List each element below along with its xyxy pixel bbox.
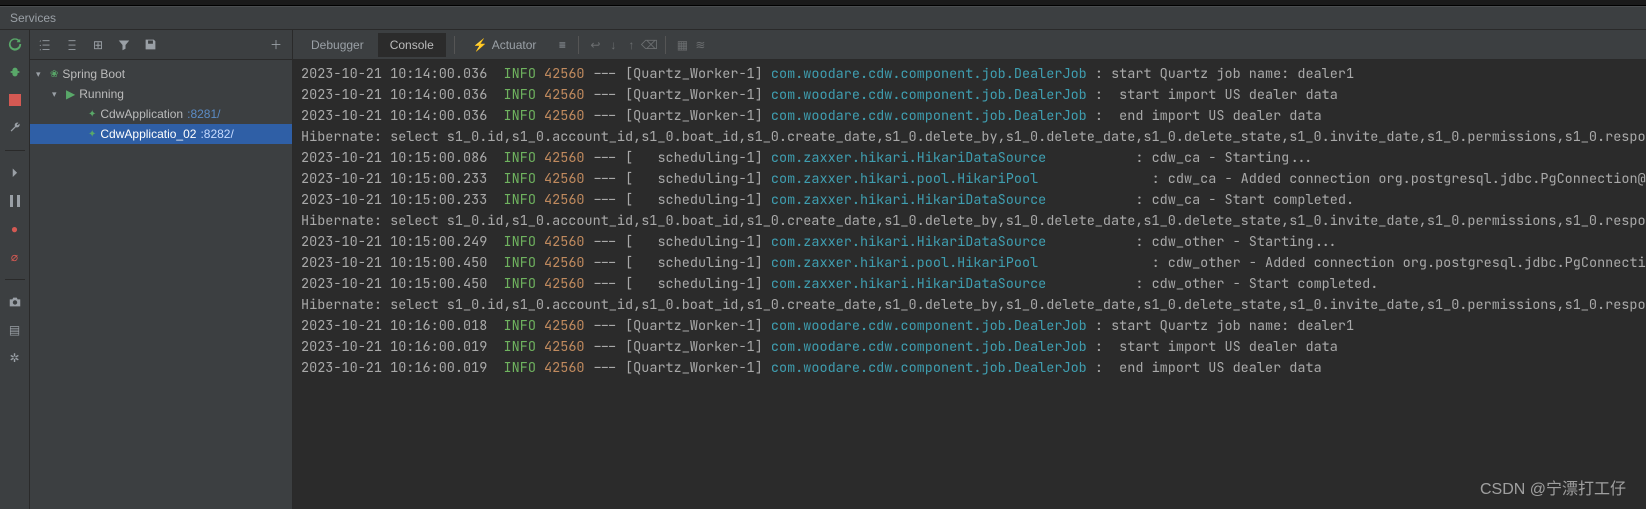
tree-app2[interactable]: ✦ CdwApplicatio_02 :8282/ [30,124,292,144]
camera-icon[interactable] [7,294,23,310]
spring-icon: ❀ [50,69,58,80]
save-icon[interactable] [142,37,158,53]
app1-port: :8281/ [187,107,220,121]
bug-icon[interactable] [7,64,23,80]
console-panel: Debugger Console ⚡ Actuator ≡ ↩ ↓ ↑ ⌫ ▦ … [293,30,1646,509]
app2-port: :8282/ [200,127,233,141]
stop-icon[interactable] [7,92,23,108]
clear-icon[interactable]: ⌫ [641,37,657,53]
services-tree-panel: ⊞ ＋ ▾ ❀ Spring Boot ▾ ▶ Running ✦ CdwApp… [30,30,293,509]
add-icon[interactable]: ＋ [268,37,284,53]
group-icon[interactable]: ⊞ [90,37,106,53]
breakpoint-icon[interactable]: ● [7,221,23,237]
tree-root-label: Spring Boot [62,67,125,81]
expand-all-icon[interactable] [38,37,54,53]
panel-title: Services [0,6,1646,30]
settings-icon[interactable]: ✲ [7,350,23,366]
service-tree: ▾ ❀ Spring Boot ▾ ▶ Running ✦ CdwApplica… [30,60,292,148]
watermark: CSDN @宁漂打工仔 [1480,475,1626,499]
running-label: Running [79,87,124,101]
filter-icon[interactable] [116,37,132,53]
leaf-icon: ✦ [88,129,96,140]
tree-root[interactable]: ▾ ❀ Spring Boot [30,64,292,84]
scroll-up-icon[interactable]: ↑ [623,37,639,53]
tab-actuator[interactable]: ⚡ Actuator [463,33,547,57]
left-gutter: ⏵ ● ⌀ ▤ ✲ [0,30,30,509]
rerun-icon[interactable] [7,36,23,52]
collapse-all-icon[interactable] [64,37,80,53]
list-icon[interactable]: ≡ [554,37,570,53]
app1-name: CdwApplication [100,107,183,121]
pause-icon[interactable] [7,193,23,209]
layout-icon[interactable]: ▤ [7,322,23,338]
tree-app1[interactable]: ✦ CdwApplication :8281/ [30,104,292,124]
play-icon: ▶ [66,87,75,101]
tab-console[interactable]: Console [378,33,446,57]
scroll-down-icon[interactable]: ↓ [605,37,621,53]
actuator-icon: ⚡ [473,38,488,52]
leaf-icon: ✦ [88,109,96,120]
tab-debugger[interactable]: Debugger [299,33,376,57]
actuator-label: Actuator [492,38,537,52]
console-toolbar: Debugger Console ⚡ Actuator ≡ ↩ ↓ ↑ ⌫ ▦ … [293,30,1646,60]
wrench-icon[interactable] [7,120,23,136]
more-icon[interactable]: ≋ [692,37,708,53]
console-output[interactable]: 2023-10-21 10:14:00.036 INFO 42560 --- [… [293,60,1646,509]
mute-breakpoint-icon[interactable]: ⌀ [7,249,23,265]
tree-toolbar: ⊞ ＋ [30,30,292,60]
app2-name: CdwApplicatio_02 [100,127,196,141]
tree-running[interactable]: ▾ ▶ Running [30,84,292,104]
print-icon[interactable]: ▦ [674,37,690,53]
main-area: ⏵ ● ⌀ ▤ ✲ ⊞ ＋ ▾ ❀ Spring Boot ▾ ▶ [0,30,1646,509]
step-over-icon[interactable]: ⏵ [7,165,23,181]
soft-wrap-icon[interactable]: ↩ [587,37,603,53]
